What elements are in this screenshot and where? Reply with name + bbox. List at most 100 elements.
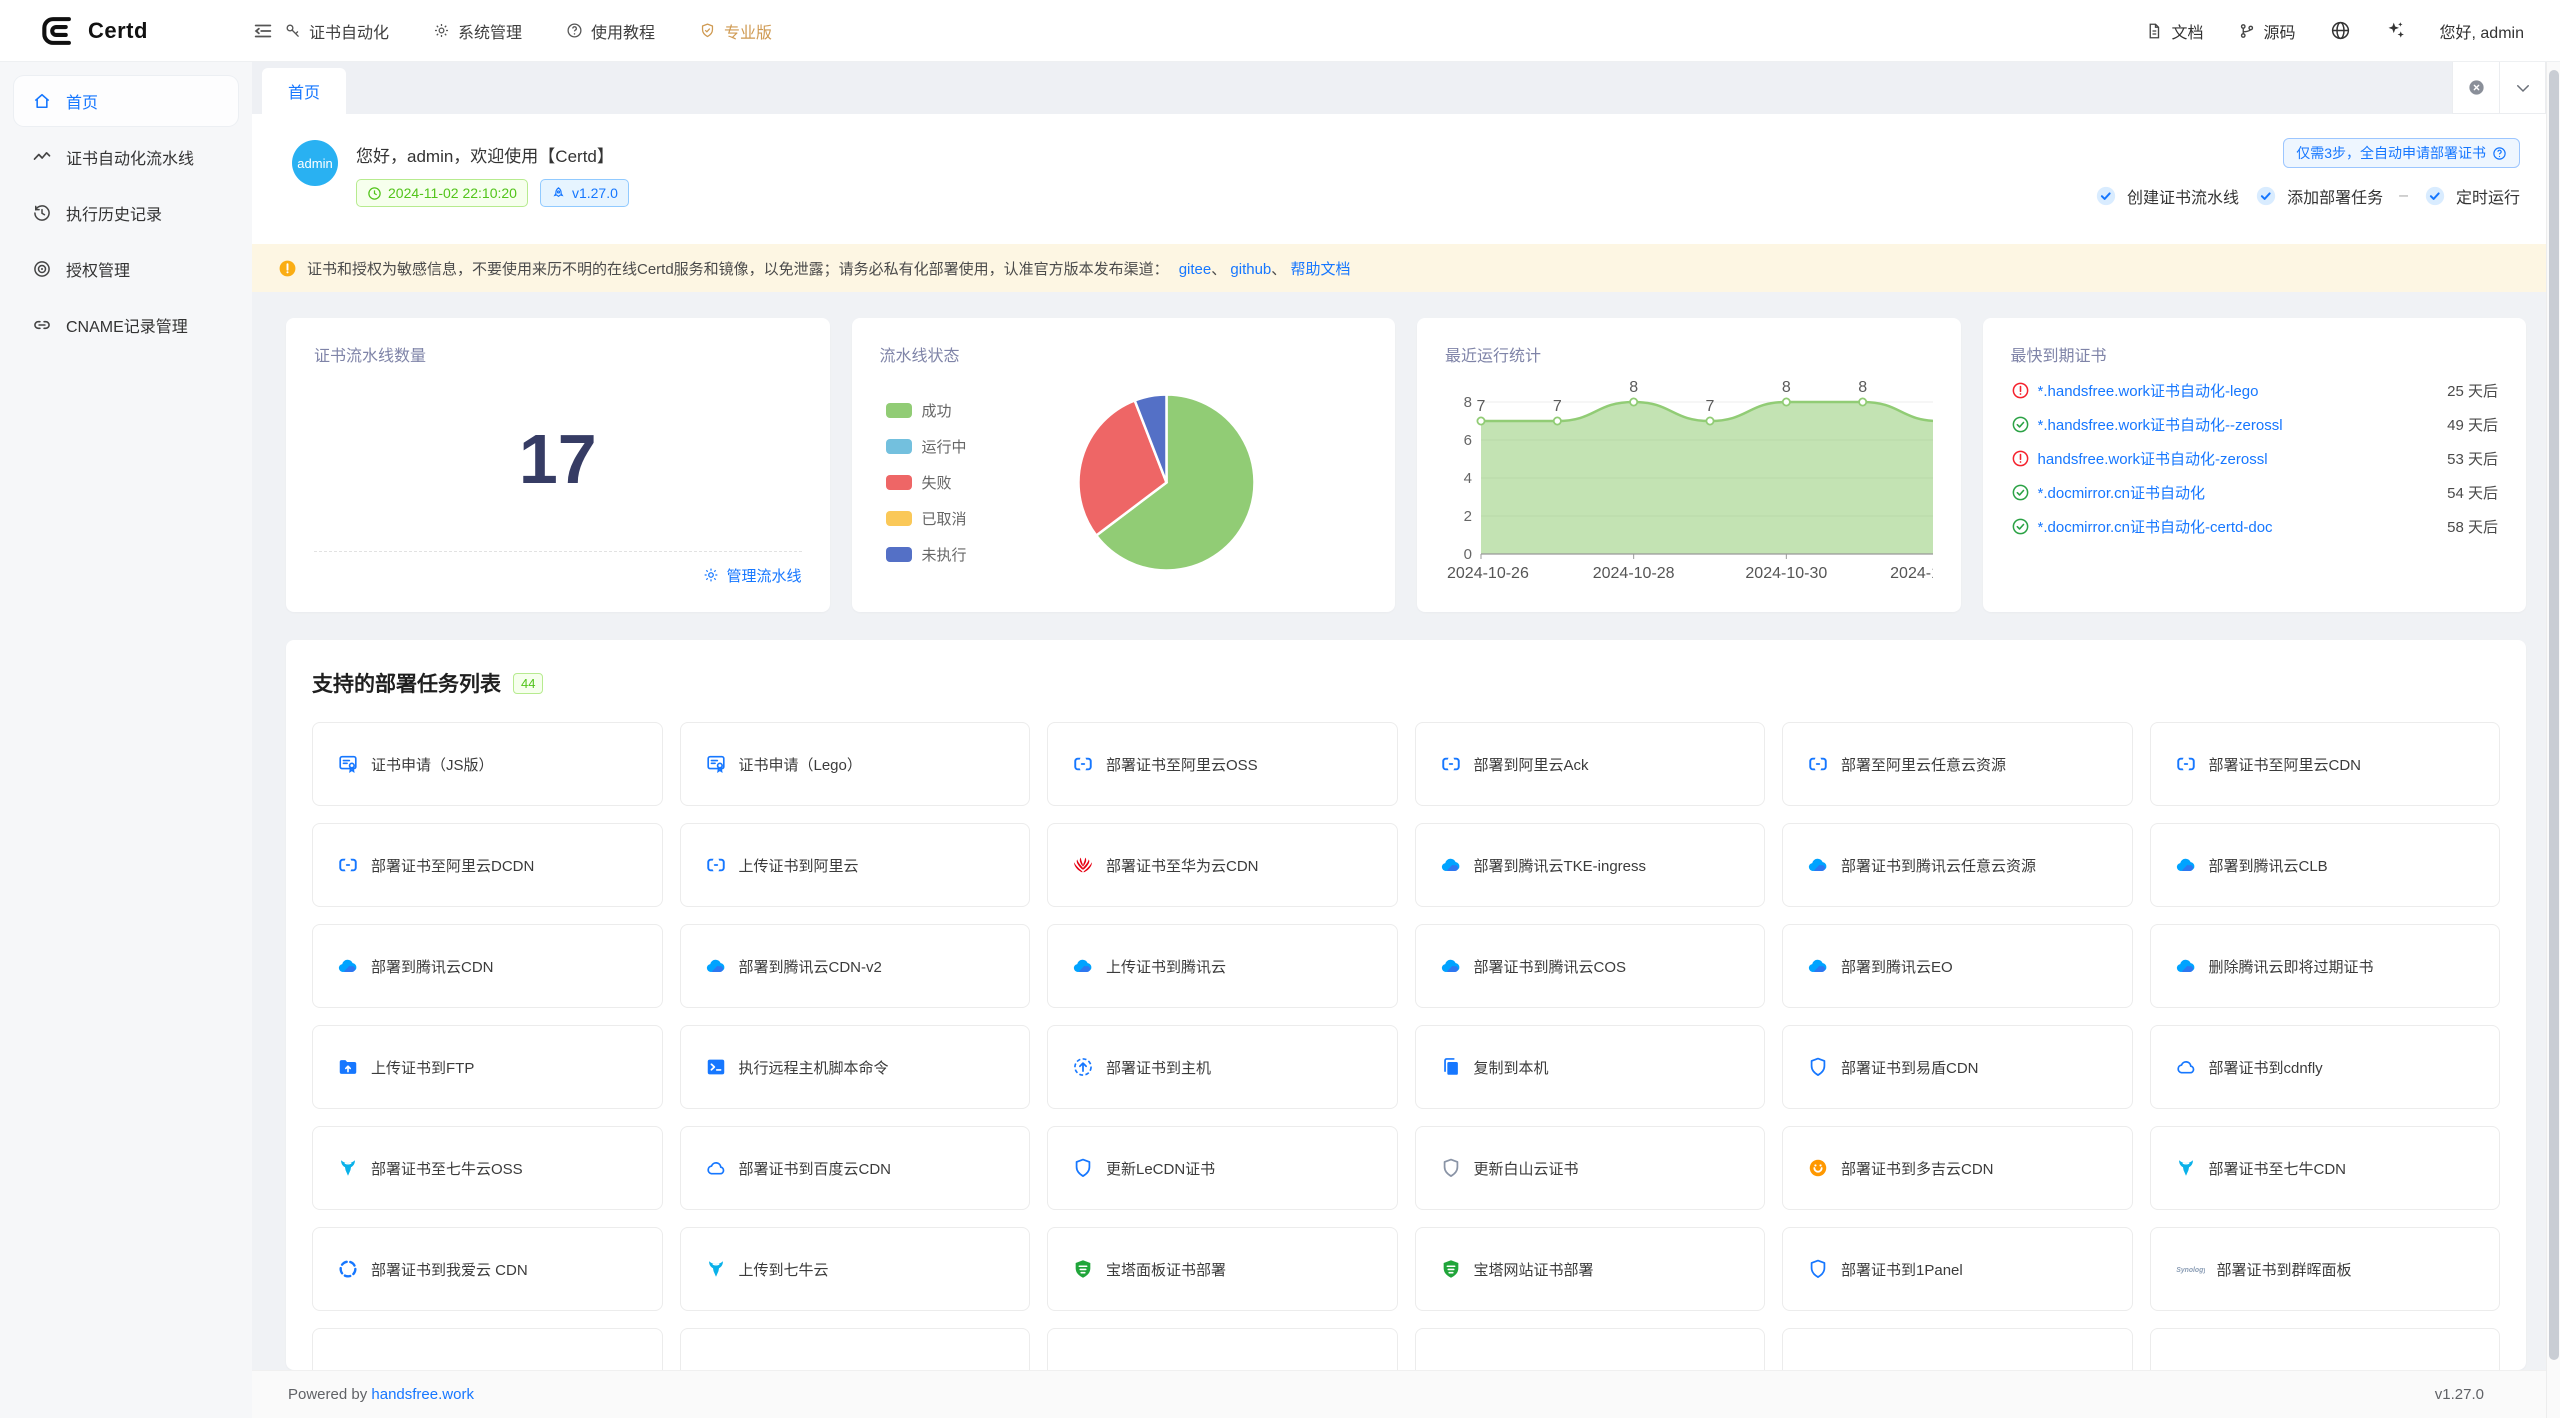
task-item-2[interactable]: 部署证书至阿里云OSS bbox=[1047, 722, 1398, 806]
banner-link-帮助文档[interactable]: 帮助文档 bbox=[1290, 261, 1350, 278]
aliyun-icon bbox=[1807, 753, 1829, 775]
avatar[interactable]: admin bbox=[292, 140, 338, 186]
docs-link[interactable]: 文档 bbox=[2145, 19, 2203, 43]
task-item-7[interactable]: 上传证书到阿里云 bbox=[680, 823, 1031, 907]
task-item-11[interactable]: 部署到腾讯云CLB bbox=[2150, 823, 2501, 907]
legend-item-3[interactable]: 已取消 bbox=[886, 508, 967, 529]
task-item-25[interactable]: 部署证书到百度云CDN bbox=[680, 1126, 1031, 1210]
tab-home[interactable]: 首页 bbox=[262, 68, 346, 114]
task-item-35[interactable]: Synology部署证书到群晖面板 bbox=[2150, 1227, 2501, 1311]
legend-item-1[interactable]: 运行中 bbox=[886, 436, 967, 457]
tencent-icon bbox=[1807, 854, 1829, 876]
theme-sparkles-icon[interactable] bbox=[2385, 20, 2406, 41]
legend-item-2[interactable]: 失败 bbox=[886, 472, 967, 493]
task-item-partial-2[interactable] bbox=[1047, 1328, 1398, 1370]
task-item-22[interactable]: 部署证书到易盾CDN bbox=[1782, 1025, 2133, 1109]
tencent-icon bbox=[1440, 955, 1462, 977]
task-item-label: 部署到腾讯云TKE-ingress bbox=[1474, 855, 1647, 876]
quick-steps: 创建证书流水线 添加部署任务– 定时运行 bbox=[2095, 184, 2520, 208]
nav-item-1[interactable]: 系统管理 bbox=[433, 19, 522, 43]
task-item-29[interactable]: 部署证书至七牛CDN bbox=[2150, 1126, 2501, 1210]
footer-version: v1.27.0 bbox=[2435, 1386, 2484, 1403]
nav-item-0[interactable]: 证书自动化 bbox=[284, 19, 389, 43]
task-item-label: 上传证书到FTP bbox=[371, 1057, 474, 1078]
task-item-16[interactable]: 部署到腾讯云EO bbox=[1782, 924, 2133, 1008]
source-link[interactable]: 源码 bbox=[2238, 19, 2296, 43]
task-item-31[interactable]: 上传到七牛云 bbox=[680, 1227, 1031, 1311]
task-item-label: 部署证书至阿里云DCDN bbox=[371, 855, 534, 876]
task-item-15[interactable]: 部署证书到腾讯云COS bbox=[1415, 924, 1766, 1008]
task-item-3[interactable]: 部署到阿里云Ack bbox=[1415, 722, 1766, 806]
task-item-10[interactable]: 部署证书到腾讯云任意云资源 bbox=[1782, 823, 2133, 907]
task-item-1[interactable]: 证书申请（Lego） bbox=[680, 722, 1031, 806]
task-item-18[interactable]: 上传证书到FTP bbox=[312, 1025, 663, 1109]
manage-pipelines-link[interactable]: 管理流水线 bbox=[703, 565, 801, 586]
task-item-33[interactable]: 宝塔网站证书部署 bbox=[1415, 1227, 1766, 1311]
tencent-icon bbox=[1072, 955, 1094, 977]
task-item-4[interactable]: 部署至阿里云任意云资源 bbox=[1782, 722, 2133, 806]
task-item-label: 更新LeCDN证书 bbox=[1106, 1158, 1215, 1179]
recent-runs-line-chart: 0246877878872024-10-262024-10-282024-10-… bbox=[1445, 366, 1933, 598]
sidebar-item-0[interactable]: 首页 bbox=[14, 76, 238, 126]
task-item-28[interactable]: 部署证书到多吉云CDN bbox=[1782, 1126, 2133, 1210]
menu-fold-icon[interactable] bbox=[252, 20, 274, 42]
task-item-27[interactable]: 更新白山云证书 bbox=[1415, 1126, 1766, 1210]
expiring-cert-row: handsfree.work证书自动化-zerossl 53 天后 bbox=[2011, 448, 2499, 469]
task-item-21[interactable]: 复制到本机 bbox=[1415, 1025, 1766, 1109]
card-title: 证书流水线数量 bbox=[314, 342, 802, 366]
sidebar-item-2[interactable]: 执行历史记录 bbox=[14, 188, 238, 238]
tab-close-icon[interactable] bbox=[2453, 62, 2499, 113]
language-globe-icon[interactable] bbox=[2330, 20, 2351, 41]
user-greeting[interactable]: 您好, admin bbox=[2440, 19, 2524, 43]
task-item-32[interactable]: 宝塔面板证书部署 bbox=[1047, 1227, 1398, 1311]
nav-item-label: 专业版 bbox=[724, 19, 772, 43]
expiring-cert-name[interactable]: *.handsfree.work证书自动化--zerossl bbox=[2038, 414, 2426, 435]
quick-steps-tip[interactable]: 仅需3步，全自动申请部署证书 bbox=[2283, 138, 2520, 168]
task-item-20[interactable]: 部署证书到主机 bbox=[1047, 1025, 1398, 1109]
task-item-partial-1[interactable] bbox=[680, 1328, 1031, 1370]
legend-item-4[interactable]: 未执行 bbox=[886, 544, 967, 565]
legend-item-0[interactable]: 成功 bbox=[886, 400, 967, 421]
task-item-13[interactable]: 部署到腾讯云CDN-v2 bbox=[680, 924, 1031, 1008]
task-item-partial-4[interactable] bbox=[1782, 1328, 2133, 1370]
handsfree-link[interactable]: handsfree.work bbox=[371, 1386, 474, 1403]
task-item-19[interactable]: 执行远程主机脚本命令 bbox=[680, 1025, 1031, 1109]
task-item-12[interactable]: 部署到腾讯云CDN bbox=[312, 924, 663, 1008]
svg-text:7: 7 bbox=[1477, 398, 1486, 415]
task-item-30[interactable]: 部署证书到我爱云 CDN bbox=[312, 1227, 663, 1311]
banner-link-gitee[interactable]: gitee bbox=[1179, 261, 1212, 278]
task-item-6[interactable]: 部署证书至阿里云DCDN bbox=[312, 823, 663, 907]
certd-logo-icon bbox=[38, 12, 76, 50]
top-bar: Certd 证书自动化系统管理使用教程专业版 文档 源码 您好, admin bbox=[0, 0, 2560, 62]
task-item-0[interactable]: 证书申请（JS版） bbox=[312, 722, 663, 806]
expiring-cert-name[interactable]: *.docmirror.cn证书自动化 bbox=[2038, 482, 2426, 503]
task-item-14[interactable]: 上传证书到腾讯云 bbox=[1047, 924, 1398, 1008]
task-item-8[interactable]: 部署证书至华为云CDN bbox=[1047, 823, 1398, 907]
expiring-cert-name[interactable]: *.docmirror.cn证书自动化-certd-doc bbox=[2038, 516, 2426, 537]
task-item-5[interactable]: 部署证书至阿里云CDN bbox=[2150, 722, 2501, 806]
tab-menu-chevron-icon[interactable] bbox=[2499, 62, 2545, 113]
task-item-partial-3[interactable] bbox=[1415, 1328, 1766, 1370]
tencent-icon bbox=[1440, 854, 1462, 876]
task-item-23[interactable]: 部署证书到cdnfly bbox=[2150, 1025, 2501, 1109]
task-item-24[interactable]: 部署证书至七牛云OSS bbox=[312, 1126, 663, 1210]
task-item-34[interactable]: 部署证书到1Panel bbox=[1782, 1227, 2133, 1311]
banner-link-github[interactable]: github bbox=[1230, 261, 1271, 278]
task-item-label: 部署证书到1Panel bbox=[1841, 1259, 1963, 1280]
baota-icon bbox=[1072, 1258, 1094, 1280]
expiring-cert-name[interactable]: *.handsfree.work证书自动化-lego bbox=[2038, 380, 2426, 401]
cert-icon bbox=[337, 753, 359, 775]
task-item-9[interactable]: 部署到腾讯云TKE-ingress bbox=[1415, 823, 1766, 907]
sidebar-item-3[interactable]: 授权管理 bbox=[14, 244, 238, 294]
task-item-partial-5[interactable] bbox=[2150, 1328, 2501, 1370]
nav-item-3[interactable]: 专业版 bbox=[699, 19, 772, 43]
expiring-cert-row: *.handsfree.work证书自动化-lego 25 天后 bbox=[2011, 380, 2499, 401]
task-item-partial-0[interactable] bbox=[312, 1328, 663, 1370]
sidebar-item-1[interactable]: 证书自动化流水线 bbox=[14, 132, 238, 182]
scrollbar-thumb[interactable] bbox=[2549, 70, 2559, 1360]
task-item-17[interactable]: 删除腾讯云即将过期证书 bbox=[2150, 924, 2501, 1008]
sidebar-item-4[interactable]: CNAME记录管理 bbox=[14, 300, 238, 350]
task-item-26[interactable]: 更新LeCDN证书 bbox=[1047, 1126, 1398, 1210]
expiring-cert-name[interactable]: handsfree.work证书自动化-zerossl bbox=[2038, 448, 2426, 469]
nav-item-2[interactable]: 使用教程 bbox=[566, 19, 655, 43]
